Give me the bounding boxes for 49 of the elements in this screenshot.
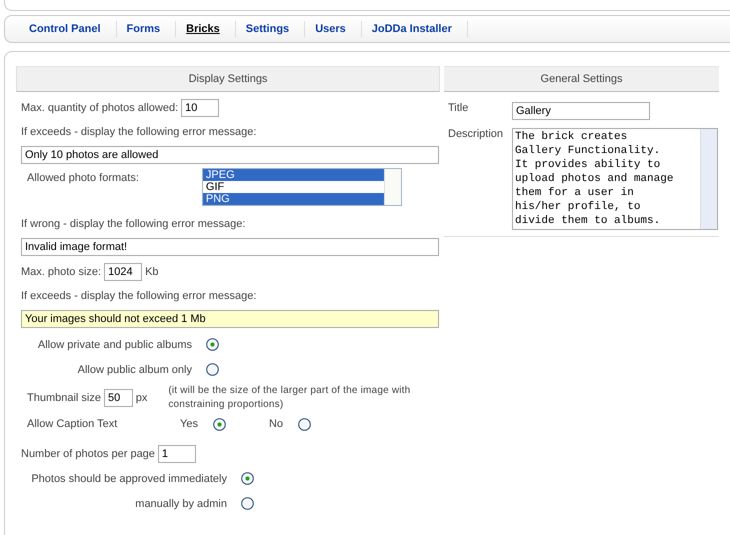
radio-button[interactable] xyxy=(298,418,312,430)
field-label: Number of photos per page xyxy=(21,448,155,460)
nav-tab[interactable]: Settings xyxy=(236,21,306,37)
input-field[interactable]: 50 xyxy=(104,389,133,407)
field-label: Thumbnail size xyxy=(27,392,101,404)
radio-button[interactable] xyxy=(206,363,219,376)
radio-button[interactable] xyxy=(206,338,219,351)
input-field[interactable]: Your images should not exceed 1 Mb xyxy=(21,310,439,328)
field-label: If exceeds - display the following error message: xyxy=(21,290,256,302)
nav-tab[interactable]: Bricks xyxy=(176,21,236,37)
scrollbar[interactable] xyxy=(384,169,401,205)
scrollbar[interactable] xyxy=(700,129,717,229)
field-label: Allow public album only xyxy=(76,364,192,376)
list-option[interactable]: PNG xyxy=(202,193,384,205)
field-label: px xyxy=(136,392,148,404)
input-field[interactable]: Invalid image format! xyxy=(21,238,439,256)
input-field[interactable]: 1024 xyxy=(104,263,142,281)
field-label: Max. quantity of photos allowed: xyxy=(21,102,178,114)
field-label: Kb xyxy=(145,266,159,278)
field-label: No xyxy=(268,418,284,430)
radio-button[interactable] xyxy=(212,418,226,430)
field-label: Allow private and public albums xyxy=(36,338,192,350)
nav-tab[interactable]: Users xyxy=(305,21,362,37)
field-label: Title xyxy=(448,102,470,114)
field-label: manually by admin xyxy=(134,498,227,510)
nav-tab[interactable]: JoDDa Installer xyxy=(362,21,468,37)
field-label: Photos should be approved immediately xyxy=(30,472,227,484)
input-field[interactable]: 1 xyxy=(158,445,196,463)
nav-tab[interactable]: Forms xyxy=(116,21,176,37)
section-header: Display Settings xyxy=(16,66,440,92)
field-label: Yes xyxy=(180,418,198,430)
field-label: If exceeds - display the following error message: xyxy=(21,126,256,138)
field-label: Allowed photo formats: xyxy=(27,172,139,184)
description-field[interactable]: The brick creates Gallery Functionality. It provides ability to upload photos and manage them for a user in his/her profile, to divide them to albums. xyxy=(512,128,718,230)
field-label: Description xyxy=(448,128,504,140)
field-label: If wrong - display the following error message: xyxy=(21,218,246,230)
format-listbox[interactable]: JPEG GIF PNG xyxy=(202,168,402,206)
hint-text: (it will be the size of the larger part of the image with constraining proportions) xyxy=(168,384,412,412)
list-option[interactable]: GIF xyxy=(202,181,384,193)
field-label: Allow Caption Text xyxy=(27,418,118,430)
field-label: Max. photo size: xyxy=(21,266,102,278)
nav-tab[interactable]: Control Panel xyxy=(19,21,117,37)
section-header: General Settings xyxy=(444,66,719,92)
input-field[interactable]: Only 10 photos are allowed xyxy=(21,146,439,164)
input-field[interactable]: Gallery xyxy=(512,102,650,120)
input-field[interactable]: 10 xyxy=(181,99,220,117)
radio-button[interactable] xyxy=(241,472,254,485)
radio-button[interactable] xyxy=(241,497,254,510)
list-option[interactable]: JPEG xyxy=(202,169,384,181)
